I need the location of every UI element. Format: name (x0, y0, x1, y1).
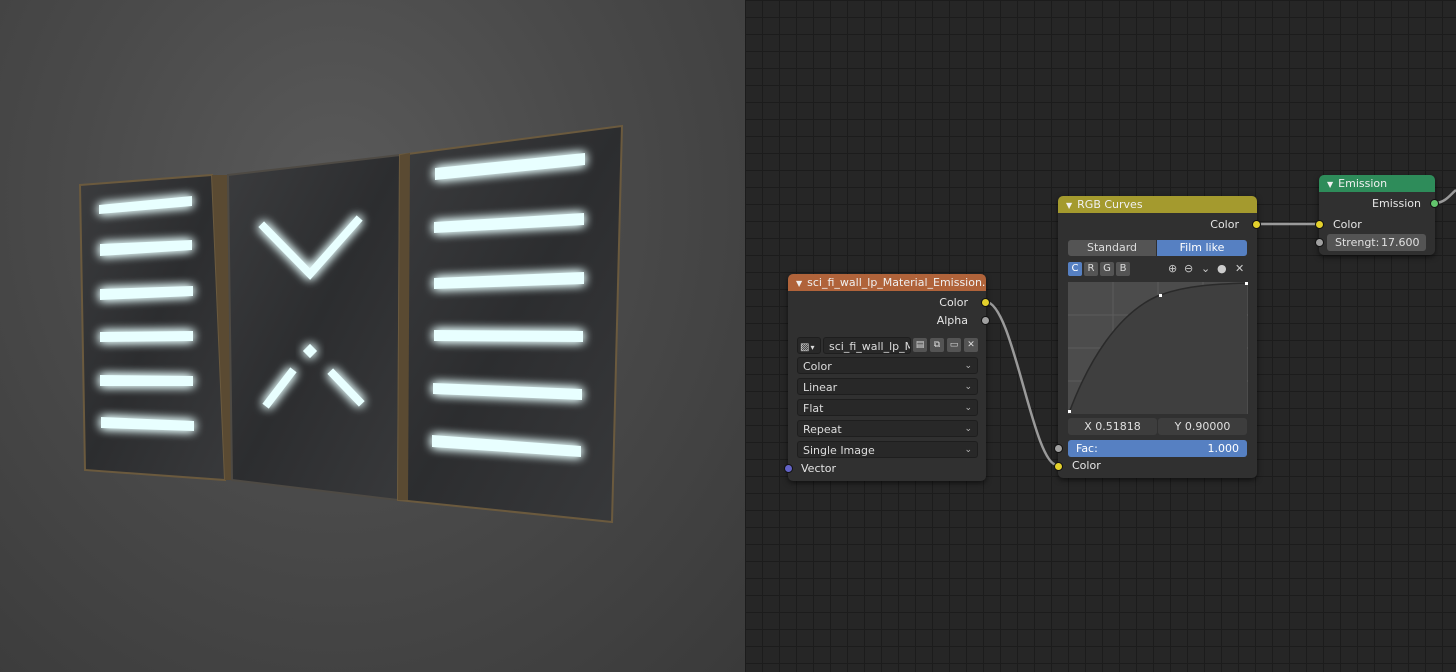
strength-input-socket[interactable] (1315, 238, 1324, 247)
image-icon: ▨ (800, 342, 810, 353)
channel-r-button[interactable]: R (1084, 262, 1098, 276)
curve-point (1245, 282, 1248, 285)
image-color-output-socket[interactable] (981, 298, 990, 307)
emission-color-input-socket[interactable] (1315, 220, 1324, 229)
image-node-header[interactable]: ▼ sci_fi_wall_lp_Material_Emission.png (788, 274, 986, 291)
collapse-triangle-icon[interactable]: ▼ (796, 279, 802, 288)
strength-label: Strengt: (1335, 236, 1380, 249)
extension-value: Repeat (803, 423, 842, 436)
vector-input-socket[interactable] (784, 464, 793, 473)
new-image-icon[interactable]: ▤ (913, 338, 927, 352)
curve-point (1068, 410, 1071, 413)
strength-value: 17.600 (1381, 236, 1420, 249)
chevron-down-icon: ⌄ (964, 445, 972, 455)
clipping-dot-icon[interactable]: ● (1217, 262, 1227, 275)
image-name-field[interactable]: sci_fi_wall_lp_Ma... (823, 337, 911, 354)
emission-color-label: Color (1333, 218, 1362, 231)
emission-output-label: Emission (1372, 197, 1421, 210)
duplicate-image-icon[interactable]: ⧉ (930, 338, 944, 352)
fac-slider[interactable]: Fac: 1.000 (1068, 440, 1247, 457)
curves-color-input-socket[interactable] (1054, 462, 1063, 471)
x-readout: X 0.51818 (1084, 420, 1141, 433)
curve-point-x-field[interactable]: X 0.51818 (1068, 418, 1157, 435)
left-panel (78, 173, 227, 482)
chevron-down-icon: ⌄ (964, 361, 972, 371)
collapse-triangle-icon[interactable]: ▼ (1066, 201, 1072, 210)
curves-node-header[interactable]: ▼ RGB Curves (1058, 196, 1257, 213)
chevron-down-icon: ⌄ (964, 424, 972, 434)
channel-c-button[interactable]: C (1068, 262, 1082, 276)
curves-node-title: RGB Curves (1077, 198, 1143, 211)
zoom-out-icon[interactable]: ⊖ (1184, 262, 1193, 275)
color-space-value: Color (803, 360, 832, 373)
source-value: Single Image (803, 444, 875, 457)
reset-close-icon[interactable]: ✕ (1235, 262, 1244, 275)
image-browse-button[interactable]: ▨▾ (797, 337, 821, 354)
curves-color-output-socket[interactable] (1252, 220, 1261, 229)
chevron-down-icon[interactable]: ⌄ (1201, 262, 1210, 275)
chevron-down-icon: ⌄ (964, 403, 972, 413)
fac-value: 1.000 (1207, 442, 1240, 455)
chevron-down-icon: ⌄ (964, 382, 972, 392)
3d-viewport[interactable] (0, 0, 745, 672)
open-folder-icon[interactable]: ▭ (947, 338, 961, 352)
zoom-in-icon[interactable]: ⊕ (1168, 262, 1177, 275)
unlink-image-close-icon[interactable]: ✕ (964, 338, 978, 352)
channel-g-button[interactable]: G (1100, 262, 1114, 276)
emission-output-socket[interactable] (1430, 199, 1439, 208)
right-panel (396, 124, 624, 524)
emission-node-header[interactable]: ▼ Emission (1319, 175, 1435, 192)
image-output-color-label: Color (939, 296, 968, 309)
y-readout: Y 0.90000 (1174, 420, 1231, 433)
link-image-to-curves (985, 300, 1058, 467)
rgb-curves-node[interactable]: ▼ RGB Curves Color Standard Film like C R… (1054, 196, 1261, 478)
curves-output-color-label: Color (1210, 218, 1239, 231)
fac-input-socket[interactable] (1054, 444, 1063, 453)
fac-label: Fac: (1076, 442, 1098, 455)
right-panel-edge (398, 153, 410, 500)
channel-b-button[interactable]: B (1116, 262, 1130, 276)
strength-field[interactable]: Strengt: 17.600 (1327, 234, 1426, 251)
interpolation-dropdown[interactable]: Linear ⌄ (797, 378, 978, 395)
collapse-triangle-icon[interactable]: ▼ (1327, 180, 1333, 189)
image-alpha-output-socket[interactable] (981, 316, 990, 325)
sci-fi-wall-model (78, 124, 624, 524)
projection-value: Flat (803, 402, 824, 415)
emission-node-title: Emission (1338, 177, 1388, 190)
emission-node[interactable]: ▼ Emission Emission Color Strengt: 17.600 (1315, 175, 1439, 255)
curve-mode-filmlike-button[interactable]: Film like (1157, 240, 1247, 256)
color-space-dropdown[interactable]: Color ⌄ (797, 357, 978, 374)
extension-dropdown[interactable]: Repeat ⌄ (797, 420, 978, 437)
shader-node-editor[interactable]: ▼ sci_fi_wall_lp_Material_Emission.png Co… (745, 0, 1456, 672)
curves-input-color-label: Color (1072, 459, 1101, 472)
vector-input-label: Vector (801, 462, 837, 475)
image-output-alpha-label: Alpha (936, 314, 968, 327)
projection-dropdown[interactable]: Flat ⌄ (797, 399, 978, 416)
curve-point-y-field[interactable]: Y 0.90000 (1158, 418, 1247, 435)
middle-panel (226, 153, 402, 502)
interpolation-value: Linear (803, 381, 838, 394)
curve-graph[interactable] (1068, 282, 1248, 414)
curve-mode-standard-button[interactable]: Standard (1068, 240, 1156, 256)
source-dropdown[interactable]: Single Image ⌄ (797, 441, 978, 458)
curve-point-selected (1159, 294, 1162, 297)
image-node-title: sci_fi_wall_lp_Material_Emission.png (807, 276, 986, 289)
image-texture-node[interactable]: ▼ sci_fi_wall_lp_Material_Emission.png Co… (784, 274, 990, 481)
